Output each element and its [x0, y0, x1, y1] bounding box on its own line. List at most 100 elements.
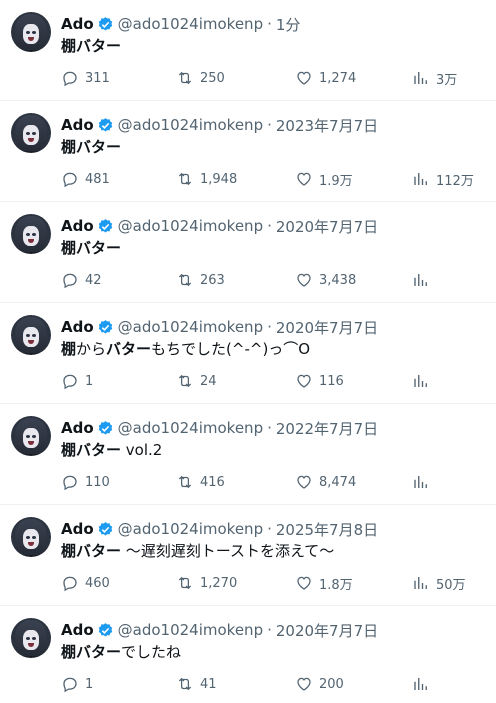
like-button[interactable]: 116: [295, 371, 344, 391]
avatar[interactable]: [11, 12, 51, 52]
like-count: 1,274: [319, 70, 357, 86]
reply-button[interactable]: 42: [61, 270, 102, 290]
handle[interactable]: @ado1024imokenp: [118, 520, 263, 538]
tweet[interactable]: Ado @ado1024imokenp · 2023年7月7日 棚バター 481…: [0, 101, 496, 202]
display-name[interactable]: Ado: [61, 621, 94, 639]
tweet-text-bold-run: 棚バター: [61, 441, 122, 459]
retweet-button[interactable]: 1,270: [176, 573, 237, 593]
tweet-header: Ado @ado1024imokenp · 1分: [61, 14, 300, 34]
action-bar: 42 263 3,438: [61, 270, 476, 290]
reply-icon: [63, 677, 77, 693]
view-count: 112万: [436, 173, 474, 189]
tweet[interactable]: Ado @ado1024imokenp · 1分 棚バター 311 250 1,…: [0, 0, 496, 101]
tweet-header: Ado @ado1024imokenp · 2022年7月7日: [61, 418, 378, 438]
separator-dot: ·: [267, 318, 272, 336]
views-bar-chart-icon: [414, 577, 427, 589]
like-button[interactable]: 200: [295, 674, 344, 694]
tweet-text-bold-run: 棚バター: [61, 239, 122, 257]
tweet[interactable]: Ado @ado1024imokenp · 2020年7月7日 棚バターでしたね…: [0, 606, 496, 703]
avatar[interactable]: [11, 113, 51, 153]
action-bar: 311 250 1,274 3万: [61, 68, 476, 88]
retweet-icon: [178, 677, 192, 691]
handle[interactable]: @ado1024imokenp: [118, 419, 263, 437]
like-button[interactable]: 1.8万: [295, 573, 353, 593]
retweet-button[interactable]: 416: [176, 472, 225, 492]
timestamp[interactable]: 2022年7月7日: [276, 418, 378, 439]
views-button[interactable]: [412, 270, 436, 290]
heart-icon: [297, 71, 311, 85]
avatar[interactable]: [11, 416, 51, 456]
like-button[interactable]: 1,274: [295, 68, 356, 88]
handle[interactable]: @ado1024imokenp: [118, 116, 263, 134]
tweet-text: 棚バターでしたね: [61, 642, 181, 662]
display-name[interactable]: Ado: [61, 520, 94, 538]
views-button[interactable]: [412, 371, 436, 391]
retweet-button[interactable]: 263: [176, 270, 225, 290]
views-button[interactable]: [412, 674, 436, 694]
tweet-text-run: から: [76, 340, 107, 358]
reply-icon: [63, 273, 77, 289]
reply-button[interactable]: 110: [61, 472, 110, 492]
like-button[interactable]: 3,438: [295, 270, 356, 290]
tweet-text: 棚バター: [61, 238, 121, 258]
retweet-count: 263: [200, 272, 225, 288]
retweet-icon: [178, 172, 192, 186]
retweet-icon: [178, 71, 192, 85]
tweet-feed: Ado @ado1024imokenp · 1分 棚バター 311 250 1,…: [0, 0, 496, 703]
avatar[interactable]: [11, 618, 51, 658]
like-button[interactable]: 8,474: [295, 472, 356, 492]
handle[interactable]: @ado1024imokenp: [118, 15, 263, 33]
timestamp[interactable]: 1分: [276, 14, 301, 35]
view-count: 50万: [436, 577, 466, 593]
retweet-button[interactable]: 41: [176, 674, 217, 694]
reply-icon: [63, 576, 77, 592]
retweet-button[interactable]: 1,948: [176, 169, 237, 189]
like-button[interactable]: 1.9万: [295, 169, 353, 189]
display-name[interactable]: Ado: [61, 217, 94, 235]
reply-button[interactable]: 460: [61, 573, 110, 593]
like-count: 1.9万: [319, 173, 353, 189]
tweet[interactable]: Ado @ado1024imokenp · 2022年7月7日 棚バター vol…: [0, 404, 496, 505]
reply-button[interactable]: 1: [61, 371, 93, 391]
tweet-text-bold-run: 棚バター: [61, 542, 122, 560]
tweet-text-run: vol.2: [121, 441, 163, 459]
tweet[interactable]: Ado @ado1024imokenp · 2020年7月7日 棚バター 42 …: [0, 202, 496, 303]
views-button[interactable]: 3万: [412, 68, 457, 88]
avatar[interactable]: [11, 517, 51, 557]
retweet-count: 24: [200, 373, 217, 389]
display-name[interactable]: Ado: [61, 15, 94, 33]
timestamp[interactable]: 2020年7月7日: [276, 620, 378, 641]
tweet[interactable]: Ado @ado1024imokenp · 2025年7月8日 棚バター 〜遅刻…: [0, 505, 496, 606]
avatar[interactable]: [11, 315, 51, 355]
verified-badge-icon: [98, 218, 112, 233]
timestamp[interactable]: 2020年7月7日: [276, 317, 378, 338]
reply-button[interactable]: 311: [61, 68, 110, 88]
tweet-text: 棚からバターもちでした(^-^)っ⌒O: [61, 339, 310, 359]
tweet-header: Ado @ado1024imokenp · 2020年7月7日: [61, 216, 378, 236]
tweet[interactable]: Ado @ado1024imokenp · 2020年7月7日 棚からバターもち…: [0, 303, 496, 404]
retweet-button[interactable]: 24: [176, 371, 217, 391]
tweet-header: Ado @ado1024imokenp · 2020年7月7日: [61, 620, 378, 640]
reply-icon: [63, 172, 77, 188]
reply-button[interactable]: 1: [61, 674, 93, 694]
timestamp[interactable]: 2020年7月7日: [276, 216, 378, 237]
handle[interactable]: @ado1024imokenp: [118, 217, 263, 235]
tweet-text-run: もちでした(^-^)っ⌒O: [151, 340, 311, 358]
timestamp[interactable]: 2023年7月7日: [276, 115, 378, 136]
views-bar-chart-icon: [414, 274, 427, 286]
handle[interactable]: @ado1024imokenp: [118, 621, 263, 639]
retweet-icon: [178, 475, 192, 489]
display-name[interactable]: Ado: [61, 419, 94, 437]
display-name[interactable]: Ado: [61, 116, 94, 134]
retweet-button[interactable]: 250: [176, 68, 225, 88]
handle[interactable]: @ado1024imokenp: [118, 318, 263, 336]
display-name[interactable]: Ado: [61, 318, 94, 336]
views-button[interactable]: 50万: [412, 573, 466, 593]
tweet-text: 棚バター vol.2: [61, 440, 162, 460]
views-button[interactable]: 112万: [412, 169, 474, 189]
verified-badge-icon: [98, 521, 112, 536]
views-button[interactable]: [412, 472, 436, 492]
timestamp[interactable]: 2025年7月8日: [276, 519, 378, 540]
avatar[interactable]: [11, 214, 51, 254]
reply-button[interactable]: 481: [61, 169, 110, 189]
